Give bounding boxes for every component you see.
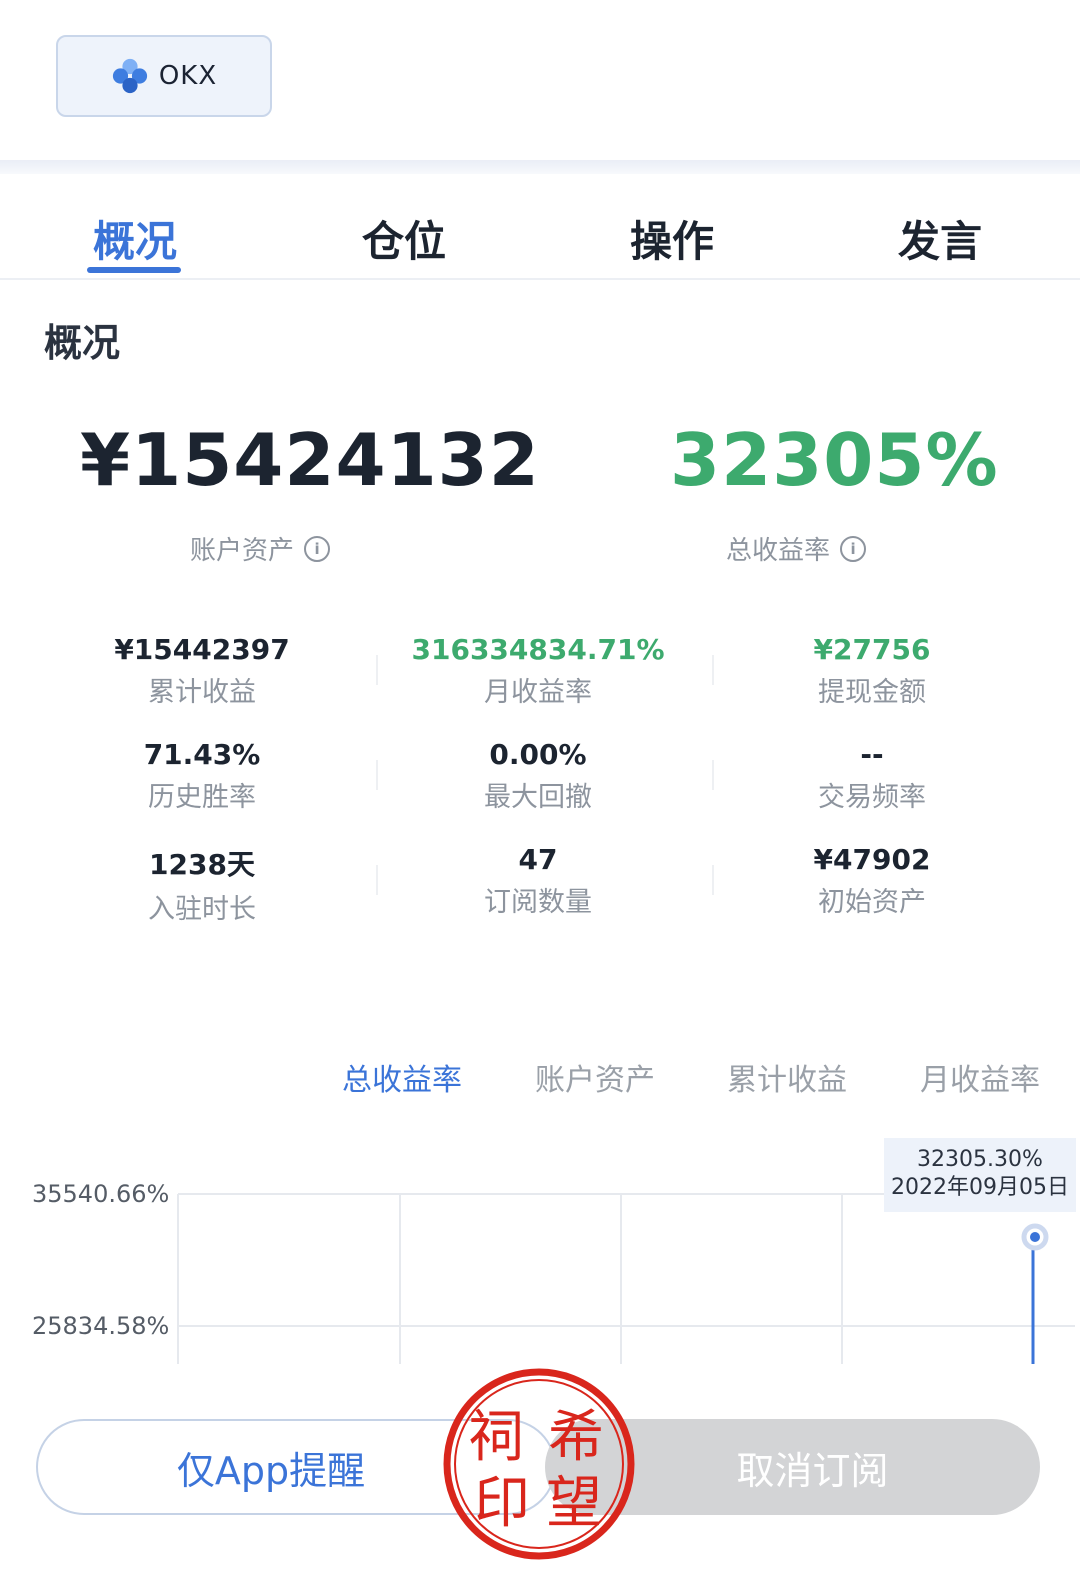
stat-label: 提现金额 [818, 677, 926, 708]
cancel-subscription-label: 取消订阅 [736, 1448, 889, 1493]
return-chart[interactable]: 35540.66% 25834.58% 32305.30% 2022年09月05… [0, 1120, 1080, 1380]
okx-logo-icon [112, 58, 147, 94]
chart-tab-bar: 总收益率 账户资产 累计收益 月收益率 [0, 1055, 1080, 1099]
stat-item: 47 订阅数量 [378, 843, 698, 919]
stat-label: 订阅数量 [484, 887, 592, 918]
stat-label: 历史胜率 [148, 782, 256, 813]
stat-value: 0.00% [489, 738, 587, 771]
stat-label: 入驻时长 [148, 894, 256, 925]
column-divider [712, 865, 714, 895]
stat-value: 47 [518, 843, 558, 876]
stat-value: ¥27756 [813, 633, 931, 666]
stat-item: 1238天 入驻时长 [42, 843, 362, 926]
column-divider [376, 865, 378, 895]
section-title: 概况 [44, 321, 121, 365]
stat-label: 交易频率 [818, 782, 926, 813]
stat-item: ¥47902 初始资产 [712, 843, 1032, 919]
exchange-badge[interactable]: OKX [56, 35, 272, 117]
stat-label: 月收益率 [484, 677, 592, 708]
info-icon[interactable]: i [304, 535, 331, 562]
info-icon[interactable]: i [840, 535, 867, 562]
account-assets-label: 账户资产 [190, 536, 295, 566]
chart-tab-total-return[interactable]: 总收益率 [342, 1055, 462, 1099]
stat-value: 1238天 [149, 848, 255, 881]
column-divider [376, 760, 378, 790]
tab-overview[interactable]: 概况 [50, 208, 220, 269]
tab-operations[interactable]: 操作 [587, 208, 757, 269]
stat-label: 初始资产 [818, 887, 926, 918]
column-divider [712, 760, 714, 790]
seal-stamp-icon: 祠 希 印 望 [443, 1368, 635, 1560]
exchange-name: OKX [158, 61, 218, 91]
stat-item: 71.43% 历史胜率 [42, 738, 362, 814]
total-return-value: 32305% [670, 418, 999, 502]
column-divider [712, 655, 714, 685]
stat-value: 71.43% [143, 738, 261, 771]
total-return-label-group: 总收益率 i [726, 530, 867, 567]
svg-text:希: 希 [548, 1405, 604, 1470]
chart-tooltip: 32305.30% 2022年09月05日 [884, 1138, 1076, 1212]
data-point [1030, 1232, 1040, 1242]
stats-grid: ¥15442397 累计收益 316334834.71% 月收益率 ¥27756… [40, 615, 1040, 935]
stat-item: ¥27756 提现金额 [712, 633, 1032, 709]
stat-label: 最大回撤 [484, 782, 592, 813]
chart-tab-account-assets[interactable]: 账户资产 [535, 1055, 655, 1099]
stat-item: 0.00% 最大回撤 [378, 738, 698, 814]
active-tab-indicator [87, 267, 181, 273]
column-divider [376, 655, 378, 685]
stat-value: ¥47902 [813, 843, 931, 876]
chart-tab-cumulative-profit[interactable]: 累计收益 [727, 1055, 847, 1099]
stat-value: 316334834.71% [411, 633, 665, 666]
svg-text:望: 望 [546, 1471, 602, 1536]
tab-positions[interactable]: 仓位 [319, 208, 489, 269]
stat-value: -- [860, 738, 884, 771]
stat-item: -- 交易频率 [712, 738, 1032, 814]
account-assets-value: ¥15424132 [80, 418, 540, 502]
svg-text:祠: 祠 [468, 1405, 524, 1470]
stat-label: 累计收益 [148, 677, 256, 708]
stat-item: 316334834.71% 月收益率 [378, 633, 698, 709]
tooltip-date: 2022年09月05日 [891, 1175, 1069, 1200]
app-reminder-label: 仅App提醒 [176, 1448, 366, 1493]
stat-value: ¥15442397 [114, 633, 290, 666]
tab-posts[interactable]: 发言 [855, 208, 1025, 269]
tab-bar: 概况 仓位 操作 发言 [0, 180, 1080, 280]
header-divider [0, 160, 1080, 174]
tooltip-value: 32305.30% [917, 1147, 1043, 1172]
svg-text:印: 印 [474, 1471, 530, 1536]
total-return-label: 总收益率 [726, 536, 831, 566]
chart-tab-monthly-return[interactable]: 月收益率 [920, 1055, 1040, 1099]
stat-item: ¥15442397 累计收益 [42, 633, 362, 709]
account-assets-label-group: 账户资产 i [190, 530, 331, 567]
